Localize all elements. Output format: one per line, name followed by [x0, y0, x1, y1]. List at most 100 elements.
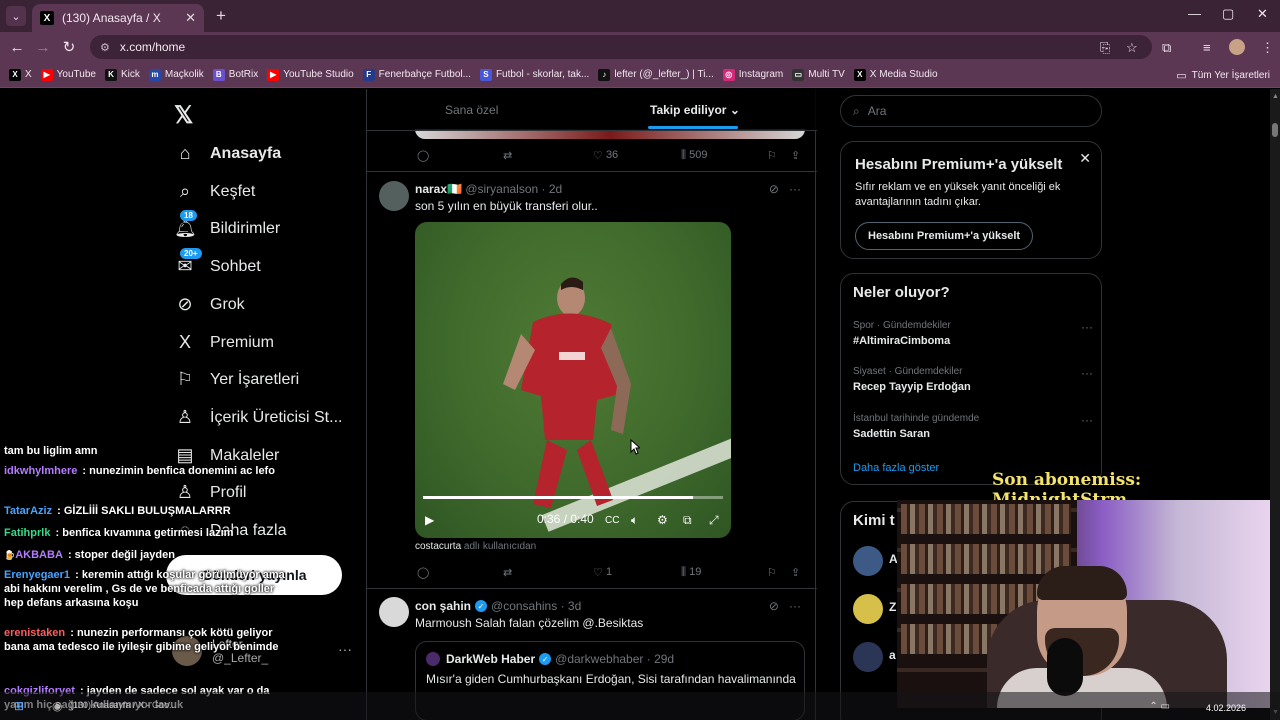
nav-item-premium[interactable]: X Premium — [174, 332, 274, 353]
tweet-time[interactable]: 2d — [549, 182, 562, 196]
video-player[interactable]: ▶ 0:36 / 0:40 CC 🔈︎ ⚙ ⧉ ⤢ — [415, 222, 731, 538]
follow-name[interactable]: a — [889, 648, 896, 662]
fullscreen-icon[interactable]: ⤢ — [709, 513, 719, 528]
new-tab-icon[interactable]: + — [216, 6, 226, 26]
more-icon[interactable]: ··· — [1081, 366, 1093, 380]
forward-icon[interactable]: → — [30, 39, 56, 56]
trend-item[interactable]: Siyaset · Gündemdekiler Recep Tayyip Erd… — [853, 366, 1093, 393]
tab-for-you[interactable]: Sana özel — [445, 103, 498, 117]
avatar[interactable] — [379, 181, 409, 211]
retweet-icon[interactable]: ⇄ — [503, 149, 512, 162]
window-close-icon[interactable]: ✕ — [1257, 6, 1268, 22]
bookmark-item[interactable]: ◎ Instagram — [722, 68, 783, 81]
author-name[interactable]: con şahin — [415, 599, 471, 613]
scroll-thumb[interactable] — [1272, 123, 1278, 137]
bookmark-item[interactable]: F Fenerbahçe Futbol... — [362, 68, 471, 81]
close-tab-icon[interactable]: ✕ — [185, 10, 196, 26]
nav-item-anasayfa[interactable]: ⌂ Anasayfa — [174, 143, 282, 164]
tweet-time[interactable]: 3d — [568, 599, 581, 613]
nav-item-ke-fet[interactable]: ⌕ Keşfet — [174, 181, 255, 202]
settings-icon[interactable]: ⚙ — [657, 513, 668, 527]
profile-avatar[interactable] — [1229, 39, 1245, 55]
extensions-icon[interactable]: ⧉ — [1162, 40, 1171, 56]
all-bookmarks[interactable]: ▭ Tüm Yer İşaretleri — [1176, 69, 1270, 82]
tweet-menu: ⊘ ··· — [769, 599, 801, 613]
bookmark-item[interactable]: ♪ lefter (@_lefter_) | Ti... — [598, 68, 714, 81]
bookmark-item[interactable]: S Futbol - skorlar, tak... — [479, 68, 589, 81]
bookmark-item[interactable]: ▭ Multi TV — [792, 68, 845, 81]
nav-item-grok[interactable]: ⊘ Grok — [174, 294, 244, 315]
more-icon[interactable]: ··· — [338, 641, 352, 657]
views-button[interactable]: ⫼ 509 — [681, 149, 707, 162]
tab-search-icon[interactable]: ⌄ — [6, 6, 26, 26]
nav-item-sohbet[interactable]: ✉ 20+ Sohbet — [174, 248, 261, 277]
author-name[interactable]: narax🇮🇪 — [415, 182, 462, 196]
like-button[interactable]: ♡ 36 — [593, 149, 618, 162]
play-icon[interactable]: ▶ — [425, 513, 434, 527]
nav-item-bildirimler[interactable]: 🔔︎ 18 Bildirimler — [174, 210, 280, 239]
show-more-link[interactable]: Daha fazla göster — [853, 462, 939, 474]
avatar[interactable] — [853, 642, 883, 672]
trend-item[interactable]: Spor · Gündemdekiler #AltimiraCimboma ··… — [853, 320, 1093, 347]
nav-item-yer-i-aretleri[interactable]: ⚐ Yer İşaretleri — [174, 369, 299, 390]
bookmark-item[interactable]: m Maçkolik — [148, 68, 204, 81]
minimize-icon[interactable]: — — [1188, 6, 1201, 21]
bookmark-icon[interactable]: ⚐ — [767, 149, 777, 162]
premium-upgrade-button[interactable]: Hesabını Premium+'a yükselt — [855, 222, 1034, 250]
follow-name[interactable]: Z — [889, 600, 896, 614]
bookmark-star-icon[interactable]: ☆ — [1126, 40, 1138, 56]
bookmark-item[interactable]: ▶ YouTube Studio — [267, 68, 354, 81]
views-button[interactable]: ⫼ 19 — [681, 566, 701, 579]
search-input[interactable]: ⌕ Ara — [840, 95, 1102, 127]
taskbar-window-title[interactable]: (130) Anasayfa / X - Goo... — [70, 700, 177, 710]
trend-item[interactable]: İstanbul tarihinde gündemde Sadettin Sar… — [853, 413, 1093, 440]
reply-icon[interactable]: ◯ — [417, 566, 429, 579]
tray-icons[interactable]: ⌃ ▭ — [1149, 701, 1170, 712]
bookmark-item[interactable]: XX — [9, 68, 32, 81]
avatar[interactable] — [379, 597, 409, 627]
menu-icon[interactable]: ⋮ — [1261, 40, 1274, 56]
bookmark-item[interactable]: ▶ YouTube — [40, 68, 96, 81]
site-info-icon[interactable]: ⚙ — [100, 41, 110, 54]
more-icon[interactable]: ··· — [1081, 320, 1093, 334]
author-handle[interactable]: @siryanalson — [465, 182, 538, 196]
avatar[interactable] — [853, 546, 883, 576]
bookmark-item[interactable]: K Kick — [104, 68, 140, 81]
windows-icon[interactable]: ⊞ — [14, 699, 24, 713]
nav-item-i-erik-reticisi-st-[interactable]: ♙ İçerik Üreticisi St... — [174, 407, 343, 428]
captions-icon[interactable]: CC — [605, 515, 619, 526]
media-icon[interactable]: ≡ — [1203, 40, 1211, 55]
page-scrollbar[interactable]: ▲ ▼ — [1270, 89, 1280, 720]
like-button[interactable]: ♡ 1 — [593, 566, 612, 579]
bookmark-icon[interactable]: ⚐ — [767, 566, 777, 579]
maximize-icon[interactable]: ▢ — [1222, 6, 1234, 22]
bookmark-item[interactable]: B BotRix — [212, 68, 258, 81]
bookmark-item[interactable]: XX Media Studio — [853, 68, 938, 81]
credit-user[interactable]: costacurta — [415, 541, 461, 552]
author-handle[interactable]: @consahins — [491, 599, 557, 613]
more-icon[interactable]: ··· — [1081, 413, 1093, 427]
reload-icon[interactable]: ↻ — [56, 38, 82, 56]
tab-following[interactable]: Takip ediliyor ⌄ — [650, 103, 740, 117]
grok-icon[interactable]: ⊘ — [769, 599, 779, 613]
more-icon[interactable]: ··· — [789, 599, 801, 613]
share-icon[interactable]: ⇪ — [791, 566, 800, 579]
x-logo-icon[interactable]: 𝕏 — [174, 101, 193, 130]
install-icon[interactable]: ⎘ — [1100, 40, 1110, 56]
bookmark-label: Maçkolik — [164, 69, 204, 80]
address-bar[interactable]: ⚙ x.com/home — [90, 35, 1152, 59]
close-icon[interactable]: ✕ — [1079, 150, 1091, 167]
reply-icon[interactable]: ◯ — [417, 149, 429, 162]
back-icon[interactable]: ← — [4, 39, 30, 56]
avatar[interactable] — [853, 594, 883, 624]
volume-icon[interactable]: 🔈︎ — [631, 513, 638, 528]
share-icon[interactable]: ⇪ — [791, 149, 800, 162]
grok-icon[interactable]: ⊘ — [769, 182, 779, 196]
pip-icon[interactable]: ⧉ — [683, 513, 692, 528]
browser-taskbar-icon[interactable]: ◉ — [52, 699, 62, 713]
retweet-icon[interactable]: ⇄ — [503, 566, 512, 579]
more-icon[interactable]: ··· — [789, 182, 801, 196]
scroll-up-icon[interactable]: ▲ — [1272, 93, 1279, 100]
video-progress-bar[interactable] — [423, 496, 723, 499]
browser-tab[interactable]: X (130) Anasayfa / X ✕ — [32, 4, 204, 32]
